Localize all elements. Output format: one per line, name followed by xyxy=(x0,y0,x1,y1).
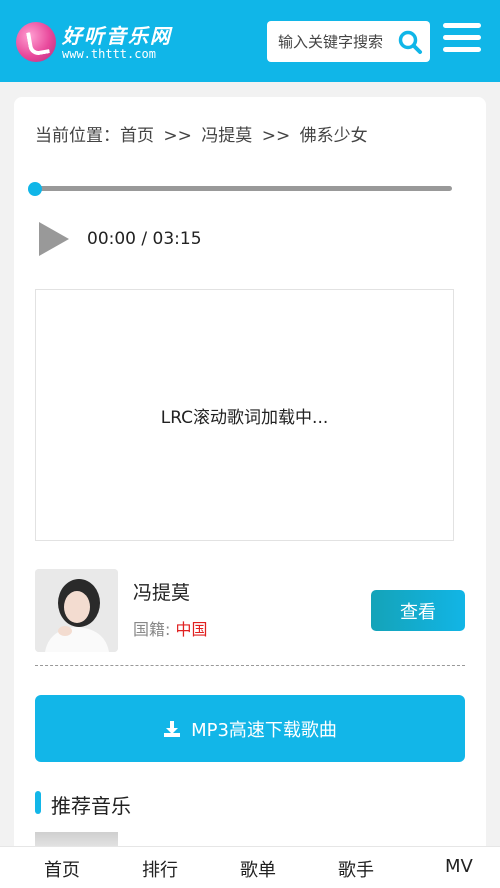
view-artist-button[interactable]: 查看 xyxy=(371,590,465,631)
breadcrumb-home-link[interactable]: 首页 xyxy=(120,126,154,146)
nationality-value: 中国 xyxy=(175,620,208,639)
duration: 03:15 xyxy=(152,229,202,249)
progress-handle[interactable] xyxy=(28,182,42,196)
breadcrumb-separator: >> xyxy=(163,126,192,146)
time-display: 00:00 / 03:15 xyxy=(87,229,202,249)
time-separator: / xyxy=(136,229,153,249)
nav-playlists[interactable]: 歌单 xyxy=(240,856,276,882)
logo-url: www.thttt.com xyxy=(62,47,156,61)
recommend-title: 推荐音乐 xyxy=(51,794,131,818)
nav-ranking[interactable]: 排行 xyxy=(142,856,178,882)
artist-avatar[interactable] xyxy=(35,569,118,652)
download-button[interactable]: MP3高速下载歌曲 xyxy=(35,695,465,762)
breadcrumb-artist-link[interactable]: 冯提莫 xyxy=(201,126,252,146)
nationality-label: 国籍: xyxy=(133,620,176,639)
search-input[interactable] xyxy=(267,21,391,62)
breadcrumb: 当前位置：首页 >> 冯提莫 >> 佛系少女 xyxy=(35,121,368,146)
artist-name[interactable]: 冯提莫 xyxy=(133,578,190,605)
nav-singers[interactable]: 歌手 xyxy=(338,856,374,882)
breadcrumb-prefix: 当前位置： xyxy=(35,126,120,146)
lyrics-status: LRC滚动歌词加载中... xyxy=(160,407,329,428)
site-logo[interactable]: 好听音乐网 www.thttt.com xyxy=(16,20,176,66)
nav-mv[interactable]: MV xyxy=(445,856,473,877)
play-icon[interactable] xyxy=(37,220,71,258)
current-time: 00:00 xyxy=(87,229,136,249)
divider xyxy=(35,665,465,666)
artist-nationality: 国籍: 中国 xyxy=(133,616,208,640)
section-marker xyxy=(35,791,41,814)
lyrics-panel: LRC滚动歌词加载中... xyxy=(35,289,454,541)
bottom-nav: 首页 排行 歌单 歌手 MV xyxy=(0,846,500,888)
header-bar: 好听音乐网 www.thttt.com xyxy=(0,0,500,82)
search-icon[interactable] xyxy=(397,29,423,55)
search-box xyxy=(267,21,430,62)
nav-home[interactable]: 首页 xyxy=(44,856,80,882)
download-label: MP3高速下载歌曲 xyxy=(191,719,337,741)
logo-title: 好听音乐网 xyxy=(62,24,172,48)
download-icon xyxy=(164,720,181,737)
menu-icon[interactable] xyxy=(443,23,481,57)
progress-track[interactable] xyxy=(35,186,452,191)
logo-icon xyxy=(16,22,56,62)
breadcrumb-song: 佛系少女 xyxy=(299,126,368,146)
breadcrumb-separator: >> xyxy=(261,126,291,146)
